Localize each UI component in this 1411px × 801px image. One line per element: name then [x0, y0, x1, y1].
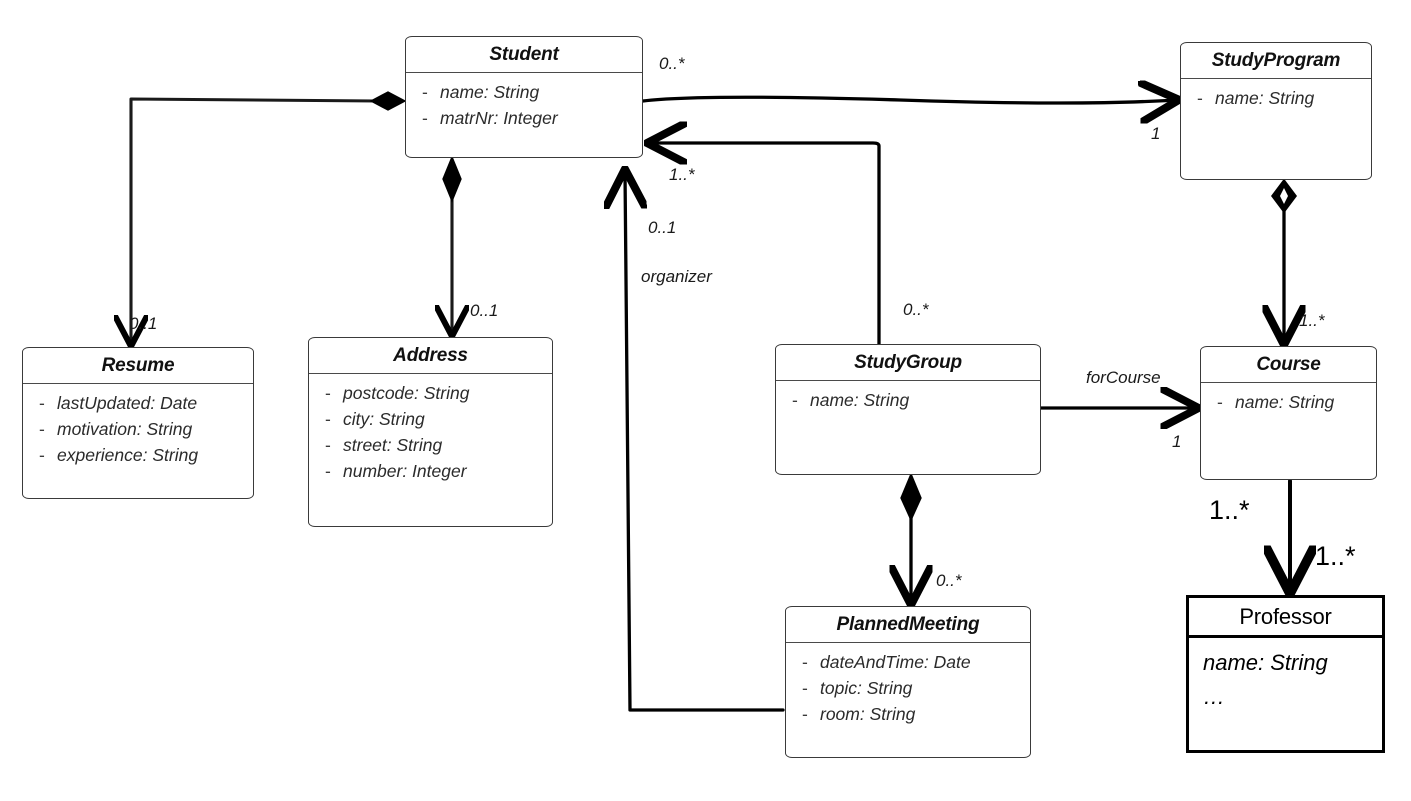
- edge-studyprogram-course: [1272, 178, 1296, 342]
- attribute-row: - name: String: [410, 80, 638, 106]
- attribute-text: name: String: [1235, 392, 1335, 412]
- class-attributes-resume: - lastUpdated: Date - motivation: String…: [23, 384, 253, 473]
- multiplicity-course-professor-target: 1..*: [1315, 541, 1356, 571]
- class-box-address[interactable]: Address - postcode: String - city: Strin…: [308, 337, 553, 527]
- attribute-visibility: -: [39, 418, 45, 439]
- class-box-professor[interactable]: Professor name: String …: [1186, 595, 1385, 753]
- attribute-visibility: -: [802, 677, 808, 698]
- edge-student-address: [443, 155, 461, 335]
- role-label-forcourse: forCourse: [1086, 368, 1161, 387]
- multiplicity-student-resume: 0..1: [129, 314, 158, 333]
- attribute-row: - experience: String: [27, 443, 249, 469]
- attribute-visibility: -: [422, 82, 428, 102]
- multiplicity-course-professor-source: 1..*: [1209, 495, 1250, 525]
- multiplicity-student-studyprogram-target: 1: [1151, 124, 1161, 143]
- multiplicity-studyprogram-course: 1..*: [1299, 311, 1325, 330]
- attribute-text: topic: String: [820, 677, 913, 698]
- attribute-visibility: -: [1197, 88, 1203, 108]
- uml-class-diagram-canvas: Student - name: String - matrNr: Integer…: [0, 0, 1411, 801]
- class-attributes-plannedmeeting: - dateAndTime: Date - topic: String - ro…: [786, 643, 1030, 732]
- class-name-address: Address: [309, 338, 552, 374]
- attribute-text: name: String: [1215, 88, 1315, 108]
- attribute-row: - lastUpdated: Date: [27, 391, 249, 417]
- attribute-text: matrNr: Integer: [440, 107, 558, 128]
- multiplicity-organizer: 0..1: [648, 218, 677, 237]
- class-box-studygroup[interactable]: StudyGroup - name: String: [775, 344, 1041, 475]
- class-box-student[interactable]: Student - name: String - matrNr: Integer: [405, 36, 643, 158]
- attribute-row: - matrNr: Integer: [410, 106, 638, 132]
- class-attributes-course: - name: String: [1201, 383, 1376, 420]
- class-box-studyprogram[interactable]: StudyProgram - name: String: [1180, 42, 1372, 180]
- attribute-row: - street: String: [313, 433, 548, 459]
- attribute-text: postcode: String: [343, 383, 470, 403]
- attribute-text: room: String: [820, 703, 916, 724]
- attribute-row: - name: String: [1205, 390, 1372, 416]
- attribute-text: lastUpdated: Date: [57, 393, 198, 413]
- attribute-visibility: -: [325, 460, 331, 481]
- attribute-row: - topic: String: [790, 676, 1026, 702]
- attribute-row: - name: String: [780, 388, 1036, 414]
- class-attributes-studyprogram: - name: String: [1181, 79, 1371, 116]
- attribute-visibility: -: [422, 107, 428, 128]
- attribute-text: experience: String: [57, 444, 199, 465]
- class-attributes-studygroup: - name: String: [776, 381, 1040, 418]
- class-box-course[interactable]: Course - name: String: [1200, 346, 1377, 480]
- attribute-text: number: Integer: [343, 460, 467, 481]
- attribute-text: dateAndTime: Date: [820, 652, 971, 672]
- attribute-text: street: String: [343, 434, 443, 455]
- class-attributes-professor: name: String …: [1189, 638, 1382, 718]
- class-box-resume[interactable]: Resume - lastUpdated: Date - motivation:…: [22, 347, 254, 499]
- multiplicity-student-address: 0..1: [470, 301, 499, 320]
- attribute-visibility: -: [792, 390, 798, 410]
- attribute-text: motivation: String: [57, 418, 193, 439]
- attribute-visibility: -: [325, 434, 331, 455]
- edge-meeting-organizer: [625, 172, 785, 712]
- attribute-row: - city: String: [313, 407, 548, 433]
- class-box-plannedmeeting[interactable]: PlannedMeeting - dateAndTime: Date - top…: [785, 606, 1031, 758]
- attribute-visibility: -: [39, 393, 45, 413]
- attribute-row: name: String: [1203, 646, 1378, 680]
- multiplicity-forcourse: 1: [1172, 432, 1182, 451]
- class-attributes-address: - postcode: String - city: String - stre…: [309, 374, 552, 489]
- class-attributes-student: - name: String - matrNr: Integer: [406, 73, 642, 136]
- edge-student-studyprogram: [641, 97, 1176, 103]
- multiplicity-student-studyprogram-source: 0..*: [659, 54, 685, 73]
- attribute-row: - number: Integer: [313, 459, 548, 485]
- class-name-professor: Professor: [1189, 598, 1382, 638]
- edge-student-resume: [131, 91, 407, 345]
- attribute-visibility: -: [802, 652, 808, 672]
- attribute-row: - dateAndTime: Date: [790, 650, 1026, 676]
- attribute-visibility: -: [325, 408, 331, 429]
- multiplicity-studygroup-meeting: 0..*: [936, 571, 962, 590]
- edge-studygroup-meeting: [901, 472, 921, 602]
- class-name-studyprogram: StudyProgram: [1181, 43, 1371, 79]
- attribute-visibility: -: [802, 703, 808, 724]
- attribute-text: name: String: [1203, 650, 1328, 675]
- attribute-row: - room: String: [790, 702, 1026, 728]
- class-name-plannedmeeting: PlannedMeeting: [786, 607, 1030, 643]
- multiplicity-studygroup-student-source: 0..*: [903, 300, 929, 319]
- class-name-resume: Resume: [23, 348, 253, 384]
- attribute-text: name: String: [440, 82, 540, 102]
- multiplicity-studygroup-student-target: 1..*: [669, 165, 695, 184]
- attribute-row: …: [1203, 680, 1378, 714]
- attribute-visibility: -: [1217, 392, 1223, 412]
- attribute-row: - motivation: String: [27, 417, 249, 443]
- attribute-text: city: String: [343, 408, 425, 429]
- attribute-text: name: String: [810, 390, 910, 410]
- attribute-row: - postcode: String: [313, 381, 548, 407]
- class-name-student: Student: [406, 37, 642, 73]
- attribute-text: …: [1203, 684, 1225, 710]
- role-label-organizer: organizer: [641, 267, 712, 286]
- class-name-course: Course: [1201, 347, 1376, 383]
- class-name-studygroup: StudyGroup: [776, 345, 1040, 381]
- attribute-visibility: -: [325, 383, 331, 403]
- attribute-visibility: -: [39, 444, 45, 465]
- attribute-row: - name: String: [1185, 86, 1367, 112]
